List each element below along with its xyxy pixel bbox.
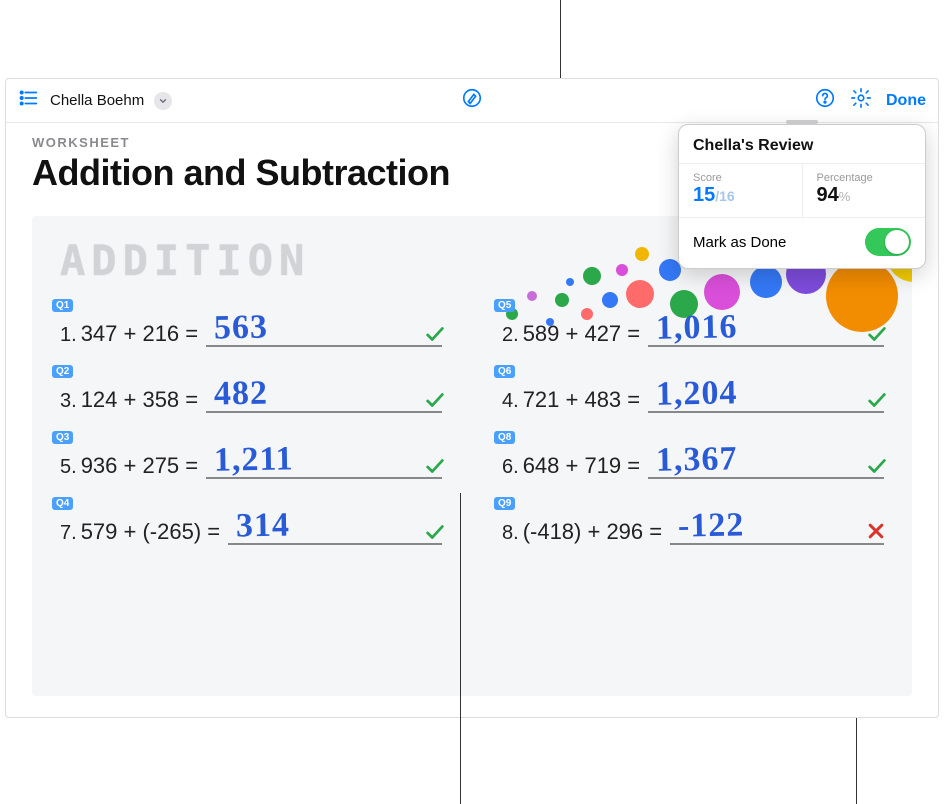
question-row[interactable]: Q47.579 + (-265) =314 [60, 511, 442, 545]
question-row[interactable]: Q52.589 + 427 =1,016 [502, 313, 884, 347]
answer-field[interactable]: 314 [228, 511, 442, 545]
check-icon[interactable] [866, 323, 888, 345]
percentage-value: 94 [817, 184, 839, 206]
question-row[interactable]: Q86.648 + 719 =1,367 [502, 445, 884, 479]
worksheet-body: ADDITION Q11.347 + 216 =563Q23.124 + 358… [32, 216, 912, 696]
question-number: 7. [60, 522, 77, 545]
student-answer: 1,211 [214, 440, 294, 479]
percentage-stat: Percentage 94% [802, 164, 926, 217]
question-badge: Q3 [52, 431, 73, 444]
review-title: Chella's Review [679, 125, 925, 163]
check-icon[interactable] [424, 389, 446, 411]
percentage-unit: % [839, 189, 851, 204]
check-icon[interactable] [866, 455, 888, 477]
question-text: 579 + (-265) = [81, 519, 220, 545]
answer-field[interactable]: 1,367 [648, 445, 884, 479]
callout-line [560, 0, 561, 78]
question-text: 721 + 483 = [523, 387, 640, 413]
question-number: 1. [60, 324, 77, 347]
question-badge: Q8 [494, 431, 515, 444]
question-text: 347 + 216 = [81, 321, 198, 347]
list-icon[interactable] [18, 87, 40, 114]
student-answer: 563 [214, 309, 269, 348]
question-row[interactable]: Q23.124 + 358 =482 [60, 379, 442, 413]
score-label: Score [693, 172, 788, 184]
percentage-label: Percentage [817, 172, 912, 184]
cross-icon[interactable] [866, 521, 888, 543]
markup-icon[interactable] [461, 96, 483, 113]
app-frame: Chella Boehm [5, 78, 939, 718]
student-answer: 1,016 [656, 308, 738, 347]
question-text: 589 + 427 = [523, 321, 640, 347]
check-icon[interactable] [424, 323, 446, 345]
review-panel: Chella's Review Score 15/16 Percentage 9… [678, 124, 926, 269]
gear-icon[interactable] [850, 87, 872, 114]
question-text: (-418) + 296 = [523, 519, 662, 545]
done-button[interactable]: Done [886, 92, 926, 110]
question-number: 3. [60, 390, 77, 413]
question-number: 4. [502, 390, 519, 413]
answer-field[interactable]: 482 [206, 379, 442, 413]
question-badge: Q6 [494, 365, 515, 378]
student-answer: -122 [678, 506, 745, 545]
student-answer: 1,204 [656, 374, 738, 413]
question-text: 648 + 719 = [523, 453, 640, 479]
answer-field[interactable]: -122 [670, 511, 884, 545]
help-icon[interactable] [814, 87, 836, 114]
question-badge: Q4 [52, 497, 73, 510]
question-number: 8. [502, 522, 519, 545]
question-column-left: Q11.347 + 216 =563Q23.124 + 358 =482Q35.… [60, 313, 442, 545]
question-row[interactable]: Q98.(-418) + 296 =-122 [502, 511, 884, 545]
mark-done-toggle[interactable] [865, 228, 911, 256]
toolbar: Chella Boehm [6, 79, 938, 123]
question-badge: Q9 [494, 497, 515, 510]
student-answer: 314 [236, 507, 291, 546]
question-number: 5. [60, 456, 77, 479]
question-badge: Q5 [494, 299, 515, 312]
score-stat: Score 15/16 [679, 164, 802, 217]
question-badge: Q2 [52, 365, 73, 378]
drag-handle[interactable] [786, 120, 818, 124]
question-row[interactable]: Q64.721 + 483 =1,204 [502, 379, 884, 413]
answer-field[interactable]: 1,204 [648, 379, 884, 413]
question-text: 124 + 358 = [81, 387, 198, 413]
callout-line [856, 718, 857, 804]
mark-done-label: Mark as Done [693, 234, 786, 251]
student-name[interactable]: Chella Boehm [50, 92, 144, 109]
score-value: 15 [693, 184, 715, 206]
question-badge: Q1 [52, 299, 73, 312]
question-row[interactable]: Q11.347 + 216 =563 [60, 313, 442, 347]
question-text: 936 + 275 = [81, 453, 198, 479]
check-icon[interactable] [424, 521, 446, 543]
answer-field[interactable]: 1,211 [206, 445, 442, 479]
question-row[interactable]: Q35.936 + 275 =1,211 [60, 445, 442, 479]
answer-field[interactable]: 1,016 [648, 313, 884, 347]
check-icon[interactable] [866, 389, 888, 411]
chevron-down-icon[interactable] [154, 92, 172, 110]
check-icon[interactable] [424, 455, 446, 477]
question-number: 6. [502, 456, 519, 479]
student-answer: 482 [214, 375, 269, 414]
score-total: 16 [719, 188, 735, 204]
question-column-right: Q52.589 + 427 =1,016Q64.721 + 483 =1,204… [502, 313, 884, 545]
student-answer: 1,367 [656, 440, 738, 479]
answer-field[interactable]: 563 [206, 313, 442, 347]
question-number: 2. [502, 324, 519, 347]
callout-line [460, 493, 461, 804]
